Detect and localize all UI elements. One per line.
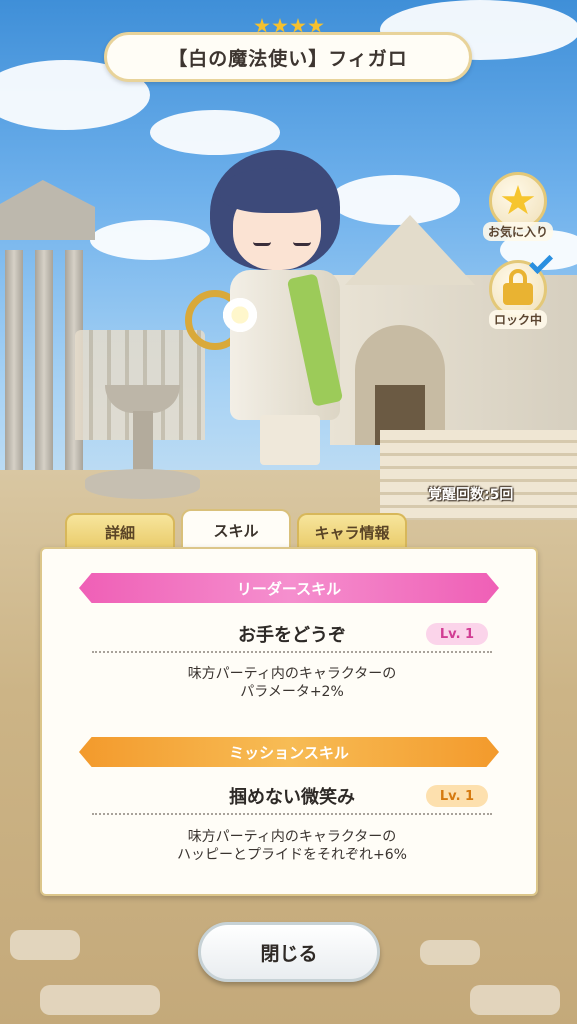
character-title-plate: 【白の魔法使い】フィガロ	[104, 32, 472, 82]
awakening-count: 覚醒回数:5回	[428, 487, 514, 503]
leader-skill-description: 味方パーティ内のキャラクターの パラメータ+2%	[92, 665, 492, 701]
tab-details[interactable]: 詳細	[65, 513, 175, 549]
close-button[interactable]: 閉じる	[198, 922, 380, 982]
favorite-label: お気に入り	[483, 222, 554, 241]
character-sprite	[185, 150, 385, 480]
mission-skill-level-badge: Lv. 1	[426, 785, 488, 807]
stairs	[380, 430, 577, 520]
character-legs	[260, 415, 320, 465]
lock-label: ロック中	[488, 310, 547, 329]
leader-skill-row: お手をどうぞ Lv. 1	[92, 619, 492, 653]
close-button-label: 閉じる	[260, 942, 318, 965]
cloud	[150, 110, 280, 155]
favorite-button[interactable]: お気に入り	[483, 172, 554, 246]
flower-icon	[220, 295, 260, 335]
tab-skills[interactable]: スキル	[181, 509, 291, 549]
mission-skill-desc-line: 味方パーティ内のキャラクターの	[187, 829, 397, 845]
fountain	[85, 385, 200, 505]
leader-skill-header: リーダースキル	[79, 573, 499, 603]
mission-skill-description: 味方パーティ内のキャラクターの ハッピーとプライドをそれぞれ+6%	[92, 828, 492, 864]
mission-skill-header: ミッションスキル	[79, 737, 499, 767]
leader-skill-desc-line: パラメータ+2%	[240, 684, 344, 700]
character-bangs	[220, 168, 335, 213]
rubble-stone	[10, 930, 80, 960]
tab-bar: 詳細 スキル キャラ情報	[65, 509, 415, 549]
rubble-stone	[40, 985, 160, 1015]
rubble-stone	[470, 985, 560, 1015]
favorite-star-icon	[501, 185, 535, 215]
mission-skill-desc-line: ハッピーとプライドをそれぞれ+6%	[177, 847, 407, 863]
mission-skill-row: 掴めない微笑み Lv. 1	[92, 781, 492, 815]
character-eye	[293, 242, 311, 246]
rubble-stone	[420, 940, 480, 965]
lock-button[interactable]: ロック中	[486, 249, 554, 334]
leader-skill-level-badge: Lv. 1	[426, 623, 488, 645]
tab-character-info[interactable]: キャラ情報	[297, 513, 407, 549]
skill-panel: リーダースキル お手をどうぞ Lv. 1 味方パーティ内のキャラクターの パラメ…	[40, 547, 538, 896]
leader-skill-desc-line: 味方パーティ内のキャラクターの	[187, 666, 397, 682]
character-eye	[253, 242, 271, 246]
character-title: 【白の魔法使い】フィガロ	[168, 47, 408, 70]
lock-icon	[503, 269, 533, 305]
